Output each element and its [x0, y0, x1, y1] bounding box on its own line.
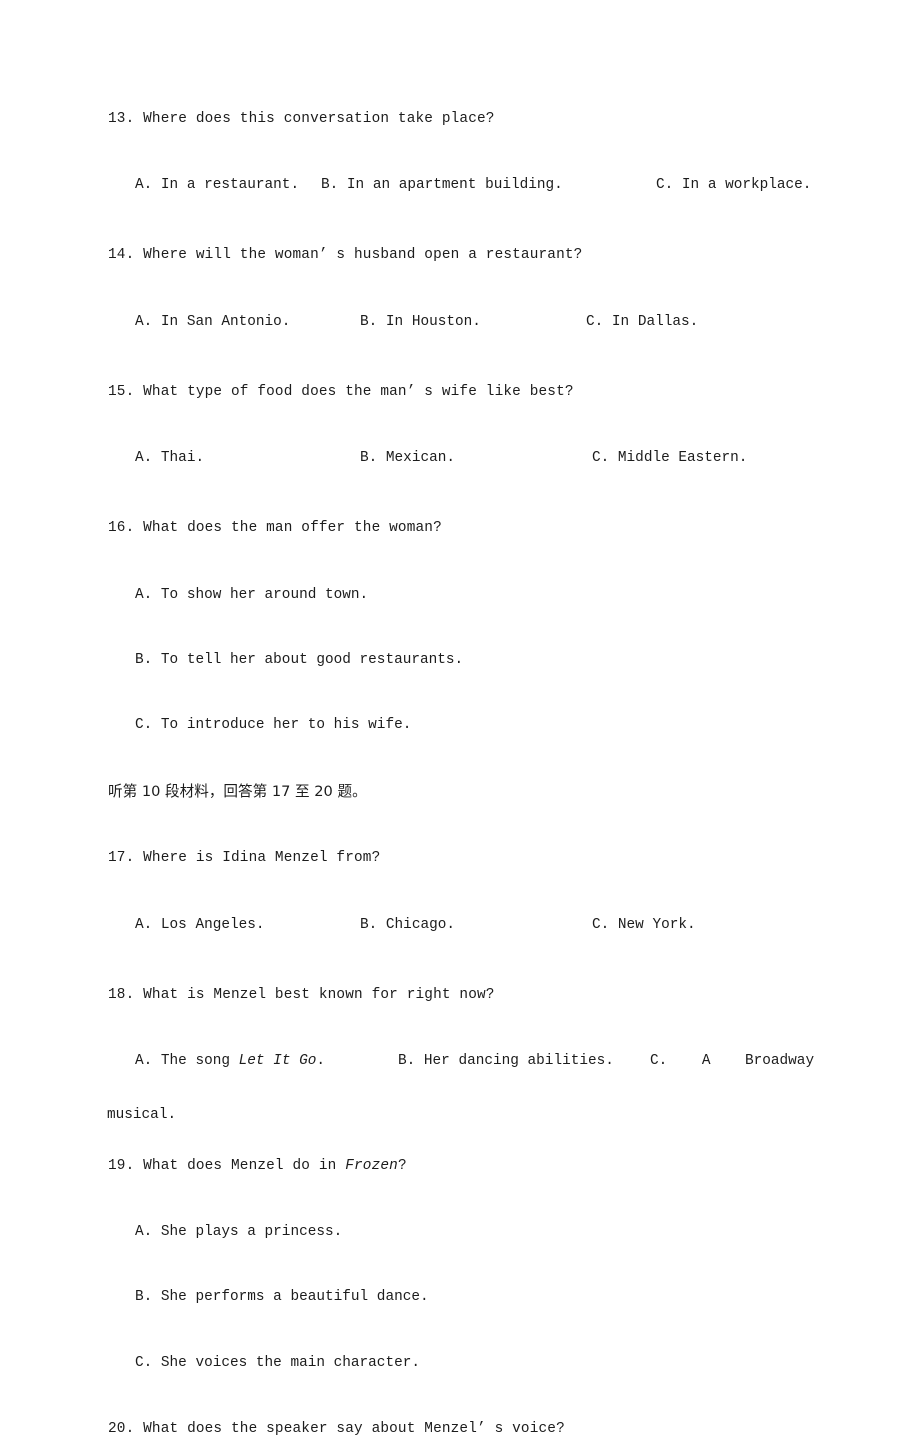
option-row-14: A. In San Antonio. B. In Houston. C. In …: [108, 314, 814, 333]
option-14-b[interactable]: B. In Houston.: [360, 314, 481, 329]
question-19-text-before: 19. What does Menzel do in: [108, 1157, 346, 1174]
option-18-a-text-before: A. The song: [135, 1053, 239, 1070]
option-18-b[interactable]: B. Her dancing abilities.: [398, 1054, 614, 1069]
question-stem-17: 17. Where is Idina Menzel from?: [108, 850, 381, 867]
option-13-c[interactable]: C. In a workplace.: [656, 178, 811, 193]
song-title-let-it-go: Let It Go: [238, 1053, 317, 1070]
option-row-13: A. In a restaurant. B. In an apartment b…: [108, 178, 814, 196]
question-stem-18: 18. What is Menzel best known for right …: [108, 986, 495, 1003]
document-page: 13. Where does this conversation take pl…: [0, 0, 920, 1437]
option-13-b[interactable]: B. In an apartment building.: [321, 178, 563, 193]
section-note: 听第 10 段材料，回答第 17 至 20 题。: [108, 782, 367, 800]
question-stem-19: 19. What does Menzel do in Frozen?: [108, 1157, 814, 1174]
question-stem-13: 13. Where does this conversation take pl…: [108, 111, 495, 127]
option-18-c-wrap: musical.: [107, 1107, 177, 1124]
option-15-c[interactable]: C. Middle Eastern.: [592, 451, 747, 466]
option-16-b[interactable]: B. To tell her about good restaurants.: [108, 653, 814, 668]
option-15-b[interactable]: B. Mexican.: [360, 451, 455, 466]
question-stem-15: 15. What type of food does the man’ s wi…: [108, 383, 574, 400]
option-row-15: A. Thai. B. Mexican. C. Middle Eastern.: [108, 451, 814, 469]
option-14-c[interactable]: C. In Dallas.: [586, 314, 698, 329]
option-row-17: A. Los Angeles. B. Chicago. C. New York.: [108, 917, 814, 936]
option-17-a[interactable]: A. Los Angeles.: [135, 917, 265, 932]
option-16-c[interactable]: C. To introduce her to his wife.: [108, 718, 814, 733]
option-row-18: A. The song Let It Go. B. Her dancing ab…: [108, 1054, 814, 1072]
option-18-c[interactable]: C. A Broadway: [650, 1054, 814, 1069]
question-stem-16: 16. What does the man offer the woman?: [108, 520, 442, 537]
option-14-a[interactable]: A. In San Antonio.: [135, 314, 290, 329]
option-17-b[interactable]: B. Chicago.: [360, 917, 455, 932]
question-stem-14: 14. Where will the woman’ s husband open…: [108, 247, 583, 264]
option-13-a[interactable]: A. In a restaurant.: [135, 178, 299, 193]
option-18-a[interactable]: A. The song Let It Go.: [135, 1054, 325, 1068]
movie-title-frozen: Frozen: [345, 1157, 398, 1174]
exam-question-list: 13. Where does this conversation take pl…: [107, 111, 814, 1437]
option-17-c[interactable]: C. New York.: [592, 917, 696, 932]
option-18-a-text-after: .: [316, 1053, 326, 1070]
option-19-a[interactable]: A. She plays a princess.: [108, 1225, 814, 1240]
question-stem-20: 20. What does the speaker say about Menz…: [108, 1421, 565, 1437]
option-16-a[interactable]: A. To show her around town.: [108, 587, 814, 602]
question-19-text-after: ?: [397, 1157, 407, 1174]
option-19-c[interactable]: C. She voices the main character.: [108, 1355, 814, 1370]
option-15-a[interactable]: A. Thai.: [135, 451, 204, 466]
option-19-b[interactable]: B. She performs a beautiful dance.: [108, 1290, 814, 1305]
